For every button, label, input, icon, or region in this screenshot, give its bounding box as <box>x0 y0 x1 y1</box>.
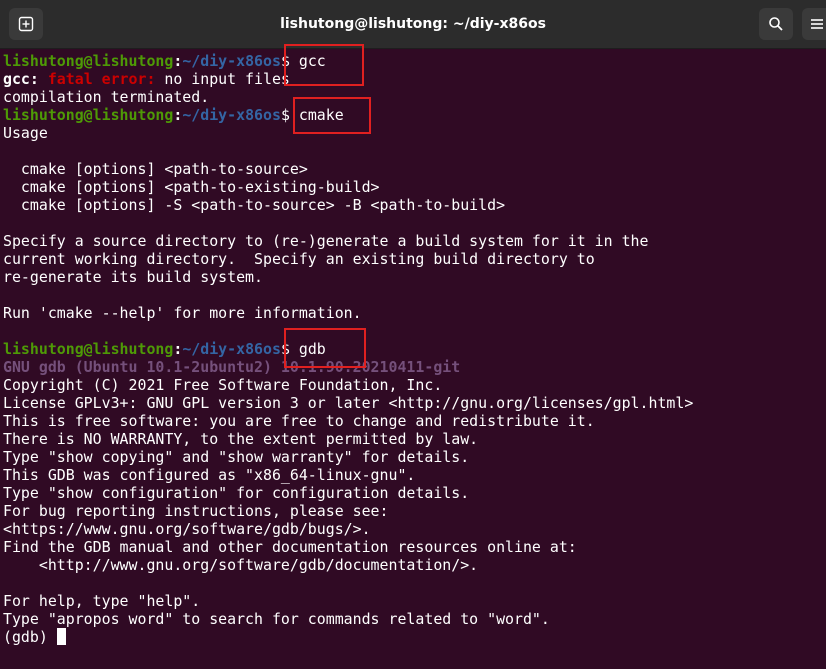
output-line: Find the GDB manual and other documentat… <box>3 538 577 556</box>
search-button[interactable] <box>759 8 793 40</box>
gcc-fatal-error: fatal error: <box>47 70 165 88</box>
output-line: compilation terminated. <box>3 88 210 106</box>
search-icon <box>769 17 783 31</box>
highlight-box-gcc <box>284 44 364 86</box>
gdb-version-header: GNU gdb (Ubuntu 10.1-2ubuntu2) 10.1.90.2… <box>3 358 461 376</box>
output-line: current working directory. Specify an ex… <box>3 250 595 268</box>
output-line: re-generate its build system. <box>3 268 263 286</box>
output-line: cmake [options] -S <path-to-source> -B <… <box>3 196 506 214</box>
output-line: cmake [options] <path-to-source> <box>3 160 308 178</box>
gdb-prompt-line[interactable]: (gdb) <box>3 628 66 646</box>
menu-button[interactable] <box>802 8 826 40</box>
title-bar: lishutong@lishutong: ~/diy-x86os <box>0 0 826 49</box>
output-line: cmake [options] <path-to-existing-build> <box>3 178 380 196</box>
gcc-prefix: gcc: <box>3 70 48 88</box>
prompt-sep: : <box>173 340 183 358</box>
output-line: Type "show configuration" for configurat… <box>3 484 470 502</box>
output-line: Specify a source directory to (re-)gener… <box>3 232 649 250</box>
gdb-prompt: (gdb) <box>3 628 57 646</box>
output-line: Copyright (C) 2021 Free Software Foundat… <box>3 376 443 394</box>
prompt-user: lishutong@lishutong <box>3 106 174 124</box>
prompt-sep: : <box>173 106 183 124</box>
prompt-dollar: $ <box>280 106 290 124</box>
prompt-line-gdb: lishutong@lishutong:~/diy-x86os$ gdb <box>3 340 326 358</box>
output-line: This GDB was configured as "x86_64-linux… <box>3 466 416 484</box>
menu-icon <box>811 19 823 29</box>
output-line: For bug reporting instructions, please s… <box>3 502 389 520</box>
prompt-path: ~/diy-x86os <box>182 106 281 124</box>
gcc-message: no input files <box>164 70 290 88</box>
output-line: Usage <box>3 124 48 142</box>
output-line: Type "apropos word" to search for comman… <box>3 610 550 628</box>
output-line: This is free software: you are free to c… <box>3 412 595 430</box>
prompt-path: ~/diy-x86os <box>182 52 281 70</box>
output-line: License GPLv3+: GNU GPL version 3 or lat… <box>3 394 694 412</box>
gcc-error-line: gcc: fatal error: no input files <box>3 70 290 88</box>
window-title: lishutong@lishutong: ~/diy-x86os <box>280 16 546 32</box>
highlight-box-cmake <box>293 97 371 134</box>
output-line: For help, type "help". <box>3 592 201 610</box>
output-line: <https://www.gnu.org/software/gdb/bugs/>… <box>3 520 371 538</box>
prompt-path: ~/diy-x86os <box>182 340 281 358</box>
output-line: Run 'cmake --help' for more information. <box>3 304 362 322</box>
output-line: There is NO WARRANTY, to the extent perm… <box>3 430 479 448</box>
text-cursor <box>56 628 66 645</box>
output-line: <http://www.gnu.org/software/gdb/documen… <box>3 556 479 574</box>
prompt-user: lishutong@lishutong <box>3 52 174 70</box>
prompt-sep: : <box>173 52 183 70</box>
prompt-user: lishutong@lishutong <box>3 340 174 358</box>
terminal-output[interactable]: lishutong@lishutong:~/diy-x86os$ gcc gcc… <box>0 44 826 669</box>
output-line: Type "show copying" and "show warranty" … <box>3 448 470 466</box>
prompt-line-gcc: lishutong@lishutong:~/diy-x86os$ gcc <box>3 52 326 70</box>
highlight-box-gdb <box>284 328 366 368</box>
